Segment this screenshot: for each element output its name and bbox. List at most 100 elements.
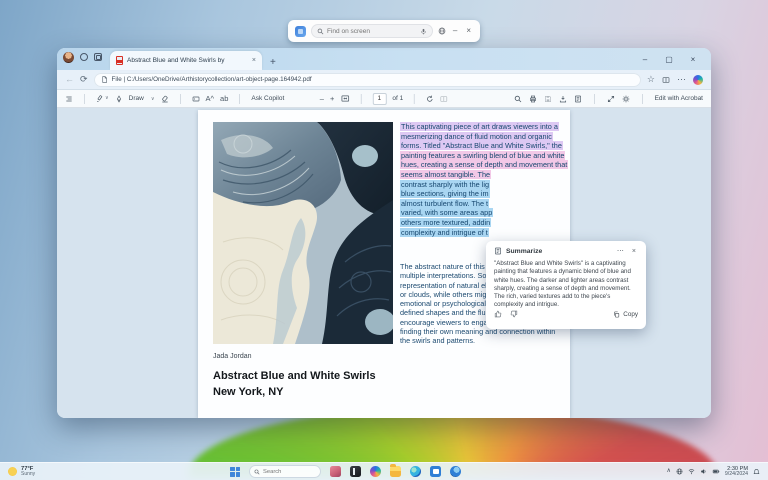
find-input[interactable] <box>327 27 407 35</box>
address-bar: ← ⟳ File | C:/Users/OneDrive/Arthistoryc… <box>57 70 711 90</box>
popup-close-icon[interactable]: × <box>630 248 638 255</box>
zoom-in-icon[interactable]: + <box>330 95 334 103</box>
summarize-popup: Summarize ⋯ × "Abstract Blue and White S… <box>486 241 646 329</box>
doc-line: hues, creating a sense of depth and move… <box>400 160 569 170</box>
bell-icon[interactable] <box>753 468 760 475</box>
window-close-button[interactable]: × <box>681 48 705 70</box>
new-tab-button[interactable]: + <box>270 57 276 70</box>
start-button[interactable] <box>230 466 240 477</box>
save-as-icon[interactable] <box>559 95 567 103</box>
favorites-star-icon[interactable]: ☆ <box>647 75 655 84</box>
find-input-box[interactable] <box>311 24 433 38</box>
find-minimize-button[interactable]: – <box>451 26 459 36</box>
browser-window: Abstract Blue and White Swirls by × + – … <box>57 48 711 418</box>
draw-pen-icon[interactable] <box>115 95 123 103</box>
page-view-icon[interactable] <box>440 95 448 103</box>
window-minimize-button[interactable]: – <box>633 48 657 70</box>
file-page-icon <box>101 76 108 83</box>
weather-condition: Sunny <box>21 470 36 477</box>
clock[interactable]: 2:30 PM 9/24/2024 <box>725 466 748 478</box>
doc-line: contrast sharply with the lig <box>400 179 491 189</box>
zoom-out-icon[interactable]: – <box>320 95 324 103</box>
draw-button[interactable]: Draw <box>129 95 144 102</box>
mic-icon[interactable] <box>420 28 427 35</box>
share-icon[interactable] <box>574 95 582 103</box>
search-icon <box>317 28 324 35</box>
doc-line: the swirls and patterns. <box>400 336 476 346</box>
tab-search-icon[interactable] <box>80 53 88 61</box>
dark-app-icon[interactable] <box>350 466 361 477</box>
store-icon[interactable] <box>430 466 441 477</box>
copy-button[interactable]: Copy <box>613 310 638 318</box>
wifi-icon[interactable] <box>688 468 695 475</box>
fit-to-width-icon[interactable] <box>340 94 349 103</box>
document-paragraph-1[interactable]: This captivating piece of art draws view… <box>400 122 569 237</box>
pdf-viewport[interactable]: This captivating piece of art draws view… <box>57 108 711 418</box>
active-tab[interactable]: Abstract Blue and White Swirls by × <box>110 51 262 70</box>
doc-line: mesmerizing dance of fluid motion and or… <box>400 131 553 141</box>
doc-line: varied, with some areas app <box>400 208 494 218</box>
page-number-input[interactable]: 1 <box>372 92 387 105</box>
find-close-button[interactable]: × <box>464 26 473 36</box>
find-widget-app-logo <box>295 25 306 37</box>
doc-line: almost turbulent flow. The t <box>400 198 490 208</box>
doc-line: painting features a swirling blend of bl… <box>400 150 566 160</box>
tab-close-icon[interactable]: × <box>252 57 256 64</box>
add-text-icon[interactable]: A^ <box>206 95 215 103</box>
page-count-label: of 1 <box>392 95 404 102</box>
doc-line: seems almost tangible. The <box>400 169 492 179</box>
copilot-icon[interactable] <box>370 466 381 477</box>
taskbar-search[interactable] <box>249 465 321 478</box>
pdf-file-icon <box>116 56 123 65</box>
blue-app-icon[interactable] <box>450 466 461 477</box>
chevron-up-icon[interactable]: ∧ <box>667 468 671 474</box>
window-maximize-button[interactable]: ▢ <box>657 48 681 70</box>
popup-summary-text: "Abstract Blue and White Swirls" is a ca… <box>494 260 631 309</box>
battery-icon[interactable] <box>712 468 720 475</box>
profile-avatar[interactable] <box>63 51 74 63</box>
address-url: File | C:/Users/OneDrive/Arthistorycolle… <box>111 76 312 83</box>
globe-icon[interactable] <box>676 468 683 475</box>
text-box-icon[interactable] <box>192 95 200 103</box>
doc-line: forms. Titled "Abstract Blue and White S… <box>400 141 563 151</box>
edit-with-acrobat-button[interactable]: Edit with Acrobat <box>655 95 703 102</box>
copy-label: Copy <box>623 310 638 318</box>
pink-app-icon[interactable] <box>330 466 341 477</box>
date-label: 9/24/2024 <box>724 470 748 477</box>
thumb-down-icon[interactable] <box>510 305 518 323</box>
copilot-icon[interactable] <box>693 74 703 85</box>
fullscreen-icon[interactable] <box>607 95 615 103</box>
settings-gear-icon[interactable] <box>622 95 630 103</box>
thumb-up-icon[interactable] <box>494 305 502 323</box>
file-explorer-icon[interactable] <box>390 464 401 477</box>
ask-copilot-button[interactable]: Ask Copilot <box>251 95 284 102</box>
taskbar-search-input[interactable] <box>263 468 308 475</box>
tab-title: Abstract Blue and White Swirls by <box>127 57 225 64</box>
address-pill[interactable]: File | C:/Users/OneDrive/Arthistorycolle… <box>93 72 641 87</box>
find-on-screen-widget: – × <box>288 20 480 42</box>
highlighter-icon[interactable]: ∨ <box>96 95 109 103</box>
workspaces-icon[interactable] <box>94 53 102 61</box>
print-icon[interactable] <box>529 95 537 103</box>
back-icon[interactable]: ← <box>65 75 74 84</box>
popup-more-icon[interactable]: ⋯ <box>615 247 626 255</box>
globe-icon[interactable] <box>438 27 446 35</box>
artwork-image <box>213 122 393 344</box>
refresh-icon[interactable]: ⟳ <box>80 75 88 84</box>
more-menu-icon[interactable]: ⋯ <box>677 75 686 84</box>
read-aloud-icon[interactable]: ab <box>220 95 228 103</box>
weather-widget[interactable]: 77°F Sunny <box>0 466 230 477</box>
volume-icon[interactable] <box>700 468 707 475</box>
pdf-toolbar: ∨ Draw ∨ A^ ab Ask Copilot – + 1 of 1 Ed… <box>57 90 711 108</box>
rotate-icon[interactable] <box>426 95 434 103</box>
doc-line: This captivating piece of art draws view… <box>400 122 559 131</box>
artwork-location: New York, NY <box>213 386 284 398</box>
split-screen-icon[interactable] <box>662 76 670 84</box>
edge-icon[interactable] <box>410 466 421 477</box>
save-icon[interactable] <box>544 95 552 103</box>
eraser-icon[interactable] <box>161 95 169 103</box>
search-document-icon[interactable] <box>514 95 522 103</box>
tab-strip: Abstract Blue and White Swirls by × + – … <box>57 48 711 70</box>
toc-icon[interactable] <box>65 95 73 103</box>
draw-dropdown-icon[interactable]: ∨ <box>151 96 155 102</box>
